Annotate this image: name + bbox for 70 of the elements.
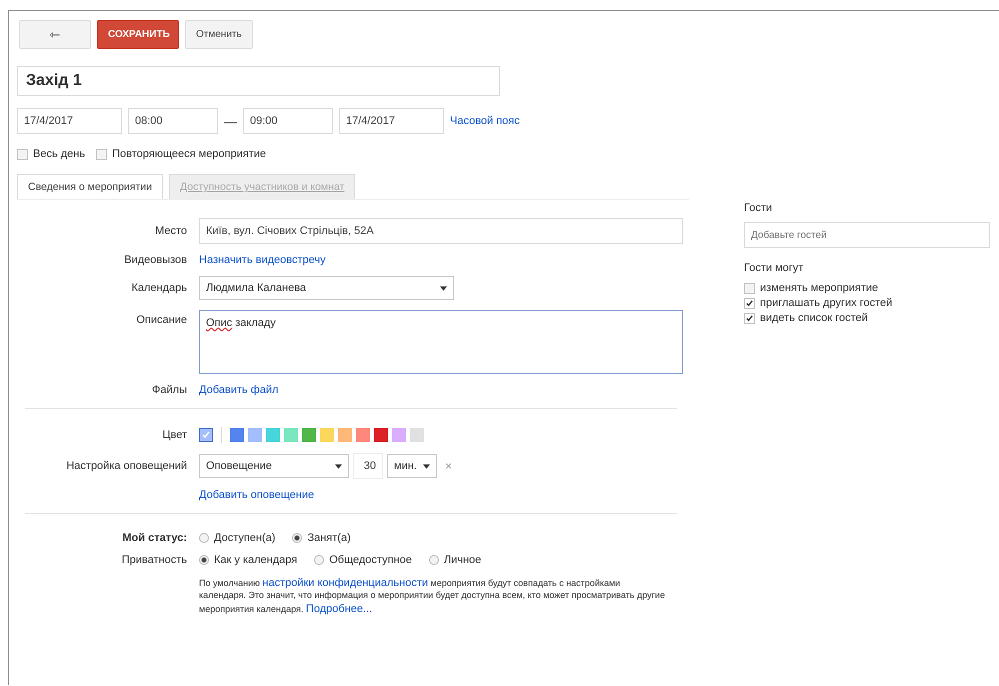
calendar-dropdown[interactable]: Людмила Каланева <box>199 276 454 300</box>
radio-label: Личное <box>444 554 482 566</box>
checkbox[interactable] <box>744 282 755 294</box>
notification-type-dropdown[interactable]: Оповещение <box>199 454 349 478</box>
field-label: Календарь <box>130 282 187 294</box>
add-guests-field[interactable]: Добавьте гостей <box>744 222 990 248</box>
timezone-link[interactable]: Часовой пояс <box>450 115 520 127</box>
radio-label: Как у календаря <box>214 554 298 566</box>
field-label: Видеовызов <box>123 254 187 266</box>
checkbox[interactable] <box>17 148 28 160</box>
color-swatch[interactable] <box>230 428 244 442</box>
checkbox[interactable] <box>96 148 108 160</box>
save-button[interactable]: СОХРАНИТЬ <box>97 20 179 49</box>
dash: — <box>224 114 237 128</box>
unit-dropdown[interactable]: мин. <box>387 454 437 478</box>
radio-label: Занят(а) <box>307 532 351 544</box>
color-swatch[interactable] <box>284 428 298 442</box>
end-date-field[interactable]: 17/4/2017 <box>339 108 444 134</box>
checkbox-label: Повторяющееся мероприятие <box>112 148 266 160</box>
radio-button[interactable] <box>292 533 302 543</box>
radio-button[interactable] <box>199 533 209 543</box>
field-label: Файлы <box>151 384 187 396</box>
start-date-field[interactable]: 17/4/2017 <box>17 108 122 134</box>
checkbox[interactable] <box>744 312 755 324</box>
start-time-field[interactable]: 08:00 <box>128 108 218 134</box>
radio-label: Доступен(а) <box>214 532 276 544</box>
checkbox-label: изменять мероприятие <box>760 282 878 294</box>
caret-icon <box>440 286 447 290</box>
checkbox-label: Весь день <box>33 148 86 160</box>
cancel-button[interactable]: Отменить <box>185 20 253 49</box>
privacy-link[interactable]: настройки конфиденциальности <box>262 577 428 589</box>
field-label: Место <box>154 225 187 237</box>
color-swatch[interactable] <box>374 428 388 442</box>
field-label: Настройка оповещений <box>65 460 187 472</box>
video-call-link[interactable]: Назначить видеовстречу <box>199 254 683 266</box>
caret-icon <box>335 464 342 468</box>
color-swatch[interactable] <box>410 428 424 442</box>
color-swatch[interactable] <box>320 428 334 442</box>
privacy-link[interactable]: Подробнее... <box>306 602 372 615</box>
color-swatch[interactable] <box>356 428 370 442</box>
minutes-field[interactable]: 30 <box>353 453 383 479</box>
radio-button[interactable] <box>428 555 439 565</box>
title-field[interactable]: Захід 1 <box>17 66 500 96</box>
end-time-field[interactable]: 09:00 <box>243 108 333 134</box>
field-label: Цвет <box>161 429 187 441</box>
radio-button[interactable] <box>314 555 324 565</box>
color-swatch[interactable] <box>248 428 262 442</box>
description-field[interactable]: Опис закладу <box>199 310 683 374</box>
add-file-link[interactable]: Добавить файл <box>199 384 683 396</box>
field-label: Мой статус: <box>121 532 187 544</box>
radio-button[interactable] <box>199 555 209 565</box>
color-swatch[interactable] <box>199 428 213 442</box>
guests-heading: Гости <box>744 202 774 214</box>
field-label: Приватность <box>120 554 187 566</box>
privacy-note: По умолчанию настройки конфиденциальности мероприятия будут совпадать с настройками календаря. Это значит, что информация о мероприятии будет доступна всем, кто может просматривать другие мероприятия календаря. Подробнее... <box>199 576 666 616</box>
color-swatch[interactable] <box>392 428 406 442</box>
location-field[interactable]: Київ, вул. Січових Стрільців, 52А <box>199 218 683 244</box>
field-label: Описание <box>135 313 187 326</box>
add-notification-link[interactable]: Добавить оповещение <box>199 489 683 501</box>
checkbox[interactable] <box>744 298 755 308</box>
guests-can-heading: Гости могут <box>744 262 804 274</box>
checkbox-label: приглашать других гостей <box>760 297 892 309</box>
radio-label: Общедоступное <box>329 554 412 566</box>
color-swatch[interactable] <box>266 428 280 442</box>
color-swatch[interactable] <box>302 428 316 442</box>
color-swatch[interactable] <box>338 428 352 442</box>
caret-icon <box>423 464 430 468</box>
back-button[interactable]: ⇽ <box>19 20 91 49</box>
checkbox-label: видеть список гостей <box>760 312 868 324</box>
tab[interactable]: Сведения о мероприятии <box>17 174 163 199</box>
